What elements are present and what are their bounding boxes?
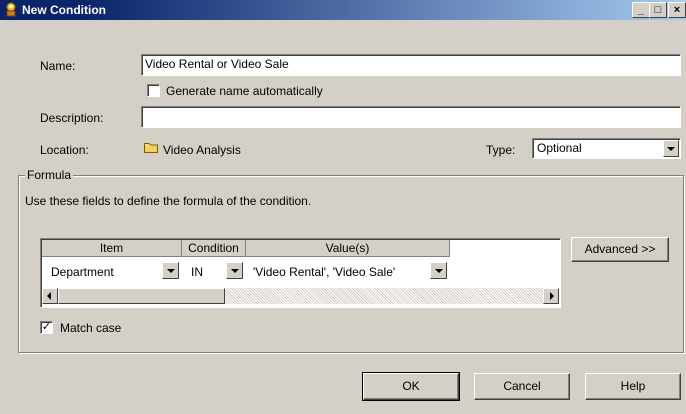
column-header-condition[interactable]: Condition bbox=[182, 240, 246, 257]
checkmark-icon: ✓ bbox=[41, 321, 52, 333]
cancel-button[interactable]: Cancel bbox=[474, 373, 570, 400]
scroll-left-button[interactable] bbox=[42, 288, 58, 304]
item-dropdown-button[interactable] bbox=[162, 262, 179, 279]
title-bar[interactable]: New Condition _ □ × bbox=[0, 0, 686, 20]
chevron-left-icon bbox=[47, 292, 51, 300]
chevron-down-icon bbox=[434, 268, 443, 273]
close-button[interactable]: × bbox=[668, 2, 686, 18]
description-input[interactable] bbox=[141, 106, 681, 128]
name-label: Name: bbox=[40, 59, 76, 73]
match-case-checkbox[interactable]: ✓ bbox=[40, 321, 53, 334]
new-condition-dialog: New Condition _ □ × Name: Video Rental o… bbox=[0, 0, 686, 414]
type-label: Type: bbox=[486, 143, 516, 157]
chevron-down-icon bbox=[230, 268, 239, 273]
maximize-button[interactable]: □ bbox=[649, 2, 667, 18]
name-input[interactable]: Video Rental or Video Sale bbox=[141, 54, 681, 76]
chevron-right-icon bbox=[550, 292, 554, 300]
type-dropdown-button[interactable] bbox=[663, 140, 679, 157]
chevron-down-icon bbox=[667, 146, 675, 151]
location-label: Location: bbox=[40, 143, 89, 157]
formula-grid: Item Condition Value(s) Department IN 'V… bbox=[40, 238, 561, 308]
ok-button[interactable]: OK bbox=[362, 372, 460, 401]
close-icon: × bbox=[673, 4, 681, 16]
values-dropdown-button[interactable] bbox=[430, 262, 447, 279]
horizontal-scrollbar[interactable] bbox=[42, 288, 559, 304]
maximize-icon: □ bbox=[654, 4, 662, 16]
chevron-down-icon bbox=[166, 268, 175, 273]
column-header-item[interactable]: Item bbox=[42, 240, 182, 257]
minimize-icon: _ bbox=[637, 4, 645, 16]
cell-item[interactable]: Department bbox=[51, 265, 114, 279]
type-select-value: Optional bbox=[537, 141, 582, 155]
generate-name-label: Generate name automatically bbox=[166, 84, 323, 98]
formula-instructions: Use these fields to define the formula o… bbox=[25, 194, 312, 208]
help-button[interactable]: Help bbox=[585, 373, 681, 400]
column-header-values[interactable]: Value(s) bbox=[246, 240, 450, 257]
condition-app-icon bbox=[6, 2, 16, 17]
scroll-right-button[interactable] bbox=[543, 288, 559, 304]
cell-values[interactable]: 'Video Rental', 'Video Sale' bbox=[253, 265, 395, 279]
generate-name-checkbox[interactable] bbox=[147, 84, 160, 97]
match-case-label: Match case bbox=[60, 321, 122, 335]
condition-dropdown-button[interactable] bbox=[226, 262, 243, 279]
cell-condition[interactable]: IN bbox=[191, 265, 203, 279]
scrollbar-thumb[interactable] bbox=[58, 288, 225, 304]
location-value[interactable]: Video Analysis bbox=[163, 143, 241, 157]
formula-group-title: Formula bbox=[25, 168, 74, 182]
advanced-button[interactable]: Advanced >> bbox=[571, 237, 669, 262]
type-select[interactable]: Optional bbox=[532, 138, 681, 159]
description-label: Description: bbox=[40, 111, 104, 125]
folder-icon bbox=[144, 143, 158, 153]
minimize-button[interactable]: _ bbox=[632, 2, 650, 18]
window-title: New Condition bbox=[22, 3, 106, 17]
